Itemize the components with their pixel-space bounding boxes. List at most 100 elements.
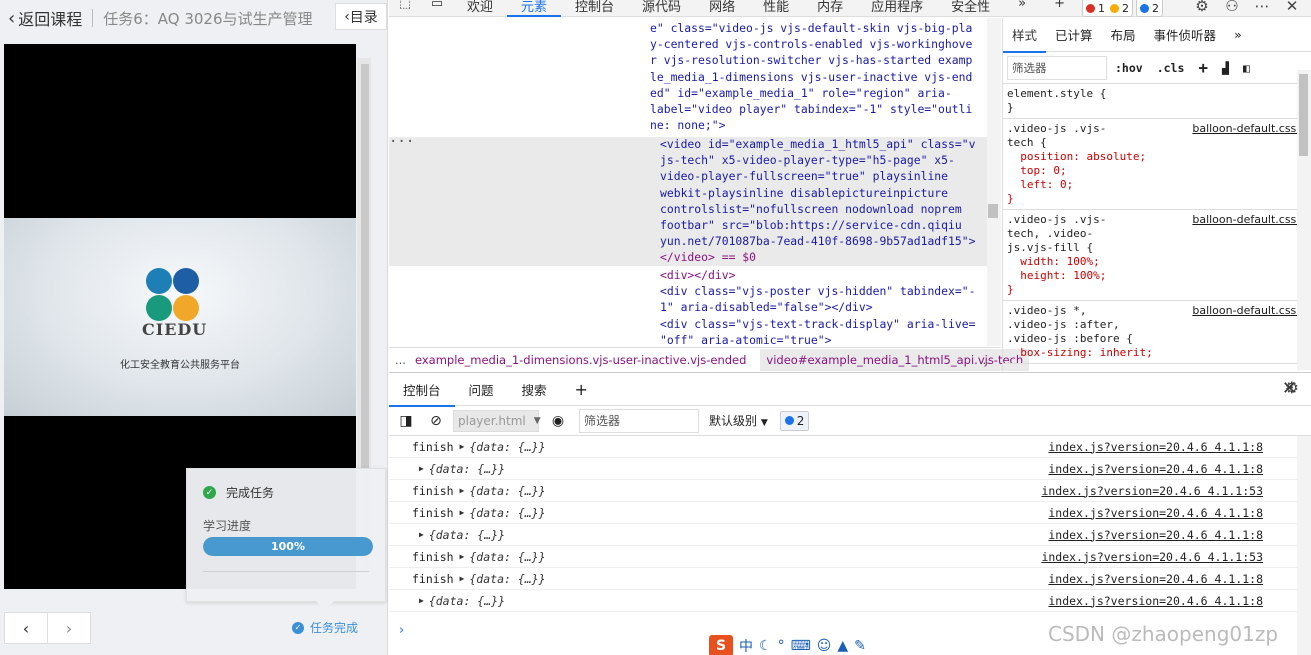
shirt-icon[interactable]: ▲ — [837, 638, 848, 654]
cls-toggle[interactable]: .cls — [1157, 61, 1185, 75]
catalog-button[interactable]: ‹ 目录 — [335, 3, 387, 30]
task-done-button[interactable]: ✓ 任务完成 — [292, 619, 358, 636]
more-tabs-button[interactable]: » — [1225, 27, 1251, 42]
tab-computed[interactable]: 已计算 — [1046, 25, 1102, 44]
back-to-course-link[interactable]: ‹ 返回课程 — [8, 6, 82, 30]
console-message[interactable]: finish ▶ {data: {…}} index.js?version=20.4.… — [389, 480, 1297, 502]
ime-lang[interactable]: 中 — [739, 636, 753, 655]
console-prompt[interactable]: › — [399, 623, 404, 638]
elements-scrollbar[interactable] — [987, 18, 1001, 346]
tab-event-listeners[interactable]: 事件侦听器 — [1145, 25, 1226, 44]
info-badge[interactable]: 2 — [1136, 0, 1163, 17]
add-tab-button[interactable]: + — [561, 380, 602, 399]
console-message[interactable]: finish ▶ {data: {…}} index.js?version=20.4.… — [389, 502, 1297, 524]
tab-performance[interactable]: 性能 — [749, 0, 803, 15]
tab-console[interactable]: 控制台 — [389, 380, 455, 407]
css-source-link[interactable]: balloon-default.css:2 — [1192, 122, 1307, 136]
styles-scrollbar-thumb[interactable] — [1299, 74, 1308, 156]
expand-triangle-icon[interactable]: ▶ — [419, 530, 424, 539]
source-link[interactable]: index.js?version=20.4.6 4.1.1:8 — [1048, 594, 1263, 608]
expand-triangle-icon[interactable]: ▶ — [460, 574, 465, 583]
console-message[interactable]: ▶ {data: {…}} index.js?version=20.4.6 4.1.… — [389, 590, 1297, 612]
tab-network[interactable]: 网络 — [695, 0, 749, 15]
source-link[interactable]: index.js?version=20.4.6 4.1.1:8 — [1048, 506, 1263, 520]
console-message[interactable]: ▶ {data: {…}} index.js?version=20.4.6 4.1.… — [389, 458, 1297, 480]
next-button[interactable]: › — [47, 613, 90, 643]
tab-elements[interactable]: 元素 — [507, 0, 562, 17]
close-icon[interactable]: ✕ — [1277, 0, 1307, 15]
css-rule[interactable]: .video-js .vjs- tech {balloon-default.cs… — [1003, 119, 1311, 210]
paint-icon[interactable]: ▟ — [1222, 61, 1229, 75]
css-source-link[interactable]: balloon-default.css:2 — [1192, 304, 1307, 318]
device-toggle-icon[interactable]: ▭ — [421, 0, 453, 11]
console-scrollbar[interactable] — [1297, 436, 1311, 655]
element-style-rule[interactable]: element.style { } — [1003, 84, 1311, 119]
source-link[interactable]: index.js?version=20.4.6 4.1.1:53 — [1041, 550, 1263, 564]
tab-search[interactable]: 搜索 — [508, 380, 561, 399]
console-message[interactable]: finish ▶ {data: {…}} index.js?version=20.4.… — [389, 568, 1297, 590]
expand-triangle-icon[interactable]: ▶ — [460, 486, 465, 495]
eye-icon[interactable]: ◉ — [545, 413, 571, 429]
object-preview[interactable]: {data: {…}} — [469, 550, 545, 564]
punct-icon[interactable]: ° — [778, 638, 785, 654]
tab-issues[interactable]: 问题 — [455, 380, 508, 399]
object-preview[interactable]: {data: {…}} — [429, 462, 505, 476]
object-preview[interactable]: {data: {…}} — [469, 572, 545, 586]
console-message[interactable]: finish ▶ {data: {…}} index.js?version=20.4.… — [389, 436, 1297, 458]
context-selector[interactable]: player.html ▼ — [453, 409, 541, 432]
object-preview[interactable]: {data: {…}} — [429, 594, 505, 608]
tab-welcome[interactable]: 欢迎 — [453, 0, 507, 15]
gear-icon[interactable]: ⚙ — [1285, 378, 1299, 397]
hov-toggle[interactable]: :hov — [1115, 61, 1143, 75]
source-link[interactable]: index.js?version=20.4.6 4.1.1:8 — [1048, 440, 1263, 454]
tab-sources[interactable]: 源代码 — [628, 0, 695, 15]
tab-styles[interactable]: 样式 — [1003, 25, 1047, 53]
expand-triangle-icon[interactable]: ▶ — [419, 464, 424, 473]
error-badge[interactable]: 12 — [1082, 0, 1133, 17]
expand-triangle-icon[interactable]: ▶ — [460, 442, 465, 451]
sidebar-toggle-icon[interactable]: ◨ — [393, 413, 419, 429]
expand-triangle-icon[interactable]: ▶ — [460, 508, 465, 517]
object-preview[interactable]: {data: {…}} — [469, 506, 545, 520]
styles-filter-input[interactable]: 筛选器 — [1007, 55, 1107, 80]
elements-tree[interactable]: ··· e" class="video-js vjs-default-skin … — [389, 18, 1001, 346]
moon-icon[interactable]: ☾ — [759, 638, 772, 654]
tab-security[interactable]: 安全性 — [937, 0, 1004, 15]
breadcrumb-overflow[interactable]: ... — [395, 353, 406, 367]
wrench-icon[interactable]: ✎ — [854, 638, 866, 654]
clear-console-icon[interactable]: ⊘ — [423, 413, 449, 429]
user-icon[interactable]: ☺ — [817, 638, 832, 654]
message-count-badge[interactable]: 2 — [779, 410, 810, 431]
log-level-dropdown[interactable]: 默认级别 ▼ — [709, 412, 768, 429]
tab-layout[interactable]: 布局 — [1102, 25, 1145, 44]
elements-scrollbar-thumb[interactable] — [988, 204, 998, 218]
prev-button[interactable]: ‹ — [5, 613, 47, 643]
tab-application[interactable]: 应用程序 — [857, 0, 937, 15]
tab-console[interactable]: 控制台 — [561, 0, 628, 15]
object-preview[interactable]: {data: {…}} — [429, 528, 505, 542]
expand-triangle-icon[interactable]: ▶ — [460, 552, 465, 561]
css-source-link[interactable]: balloon-default.css:2 — [1192, 213, 1307, 227]
inspect-icon[interactable]: ⬚ — [389, 0, 421, 11]
breadcrumb-item[interactable]: example_media_1-dimensions.vjs-user-inac… — [415, 353, 746, 367]
css-rule[interactable]: .video-js *, .video-js :after, .video-js… — [1003, 301, 1311, 364]
customize-icon[interactable]: ⚇ — [1217, 0, 1247, 15]
gear-icon[interactable]: ⚙ — [1187, 0, 1217, 15]
node-menu-icon[interactable]: ··· — [389, 134, 414, 150]
css-rule[interactable]: .video-js .vjs- tech, .video- js.vjs-fil… — [1003, 210, 1311, 301]
sogou-logo[interactable]: S — [709, 635, 733, 655]
console-filter-input[interactable]: 筛选器 — [579, 408, 699, 433]
keyboard-icon[interactable]: ⌨ — [791, 638, 811, 654]
more-tabs-button[interactable]: » — [1004, 0, 1040, 11]
add-tab-button[interactable]: + — [1040, 0, 1079, 11]
more-icon[interactable]: ⋯ — [1247, 0, 1277, 15]
tab-memory[interactable]: 内存 — [803, 0, 857, 15]
breadcrumb-overflow[interactable]: ... — [979, 353, 990, 367]
object-preview[interactable]: {data: {…}} — [469, 440, 545, 454]
new-rule-icon[interactable]: + — [1198, 58, 1208, 77]
source-link[interactable]: index.js?version=20.4.6 4.1.1:53 — [1041, 484, 1263, 498]
source-link[interactable]: index.js?version=20.4.6 4.1.1:8 — [1048, 462, 1263, 476]
console-message[interactable]: finish ▶ {data: {…}} index.js?version=20.4.… — [389, 546, 1297, 568]
object-preview[interactable]: {data: {…}} — [469, 484, 545, 498]
console-message[interactable]: ▶ {data: {…}} index.js?version=20.4.6 4.1.… — [389, 524, 1297, 546]
